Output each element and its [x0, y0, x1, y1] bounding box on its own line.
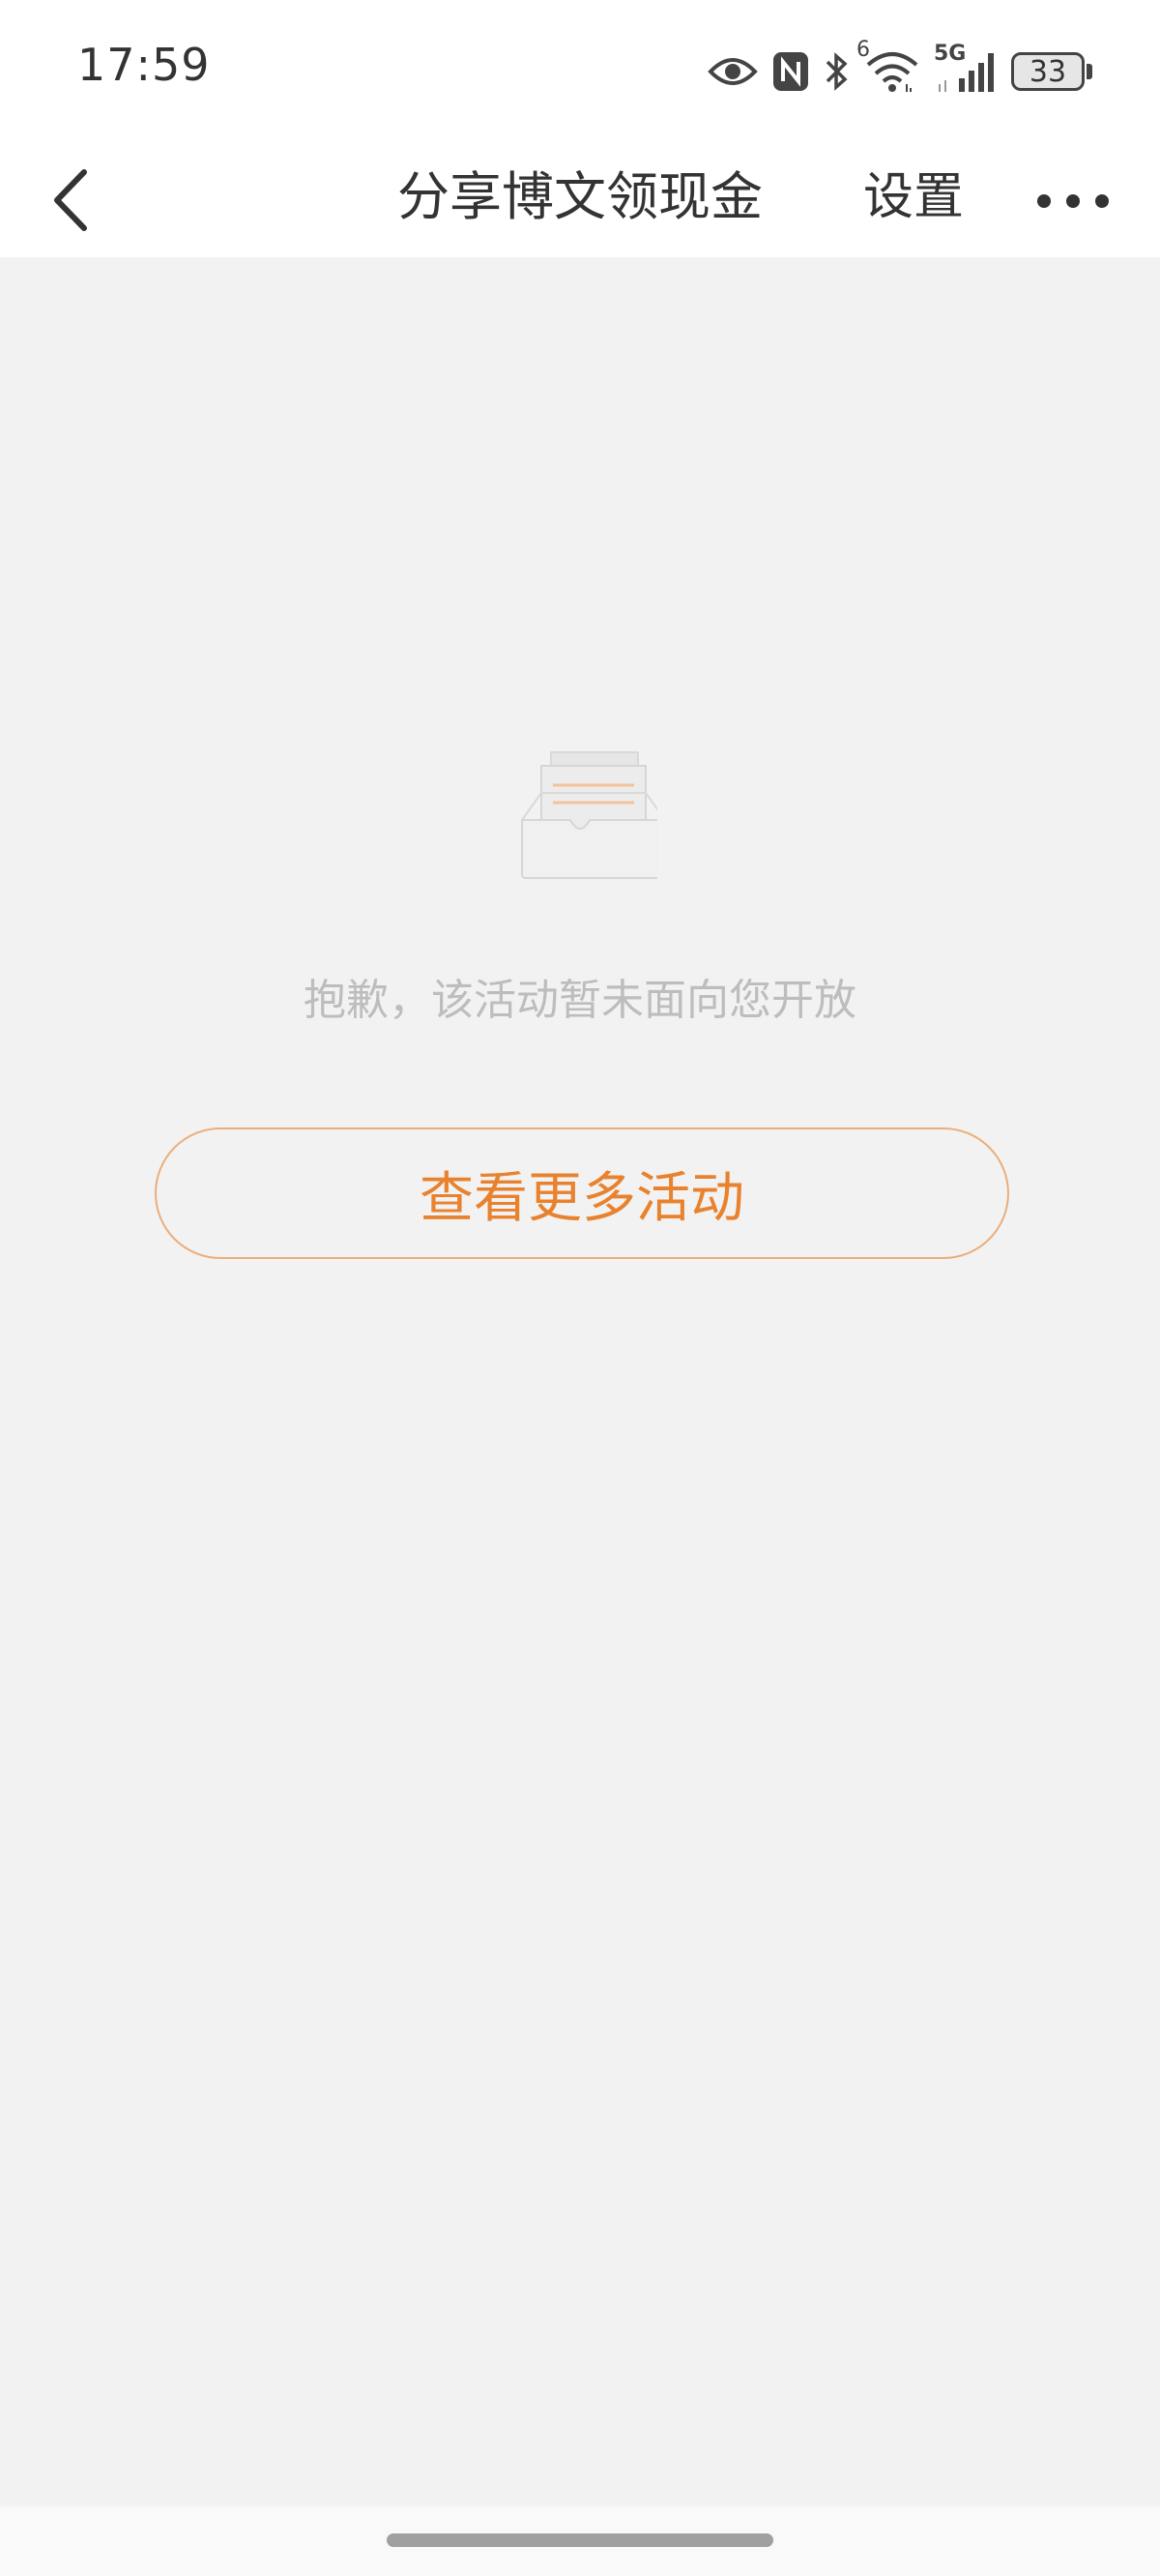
eye-icon	[708, 54, 758, 89]
settings-button[interactable]: 设置	[851, 159, 976, 236]
empty-inbox-icon	[503, 745, 666, 880]
battery-level: 33	[1011, 52, 1085, 91]
battery-icon: 33	[1011, 52, 1092, 91]
more-dots-icon	[1037, 194, 1109, 208]
page-title: 分享博文领现金	[397, 166, 763, 227]
nfc-icon	[771, 50, 810, 93]
empty-state-message: 抱歉，该活动暂未面向您开放	[304, 976, 856, 1025]
back-button[interactable]	[27, 157, 114, 244]
home-indicator[interactable]	[387, 2533, 773, 2547]
chevron-left-icon	[54, 169, 87, 231]
nav-bar: 分享博文领现金 设置	[0, 143, 1160, 257]
status-bar: 17:59 6 5G 33	[0, 0, 1160, 143]
signal-icon: 5G	[934, 42, 998, 94]
wifi-icon: 6	[856, 38, 920, 94]
more-button[interactable]	[1025, 162, 1121, 240]
view-more-activities-button[interactable]: 查看更多活动	[155, 1127, 1009, 1259]
status-icons: 6 5G 33	[708, 38, 1092, 101]
network-type-label: 5G	[934, 42, 967, 66]
status-time: 17:59	[77, 39, 211, 91]
sim-slot-label: 6	[856, 38, 870, 62]
bluetooth-icon	[824, 50, 851, 93]
